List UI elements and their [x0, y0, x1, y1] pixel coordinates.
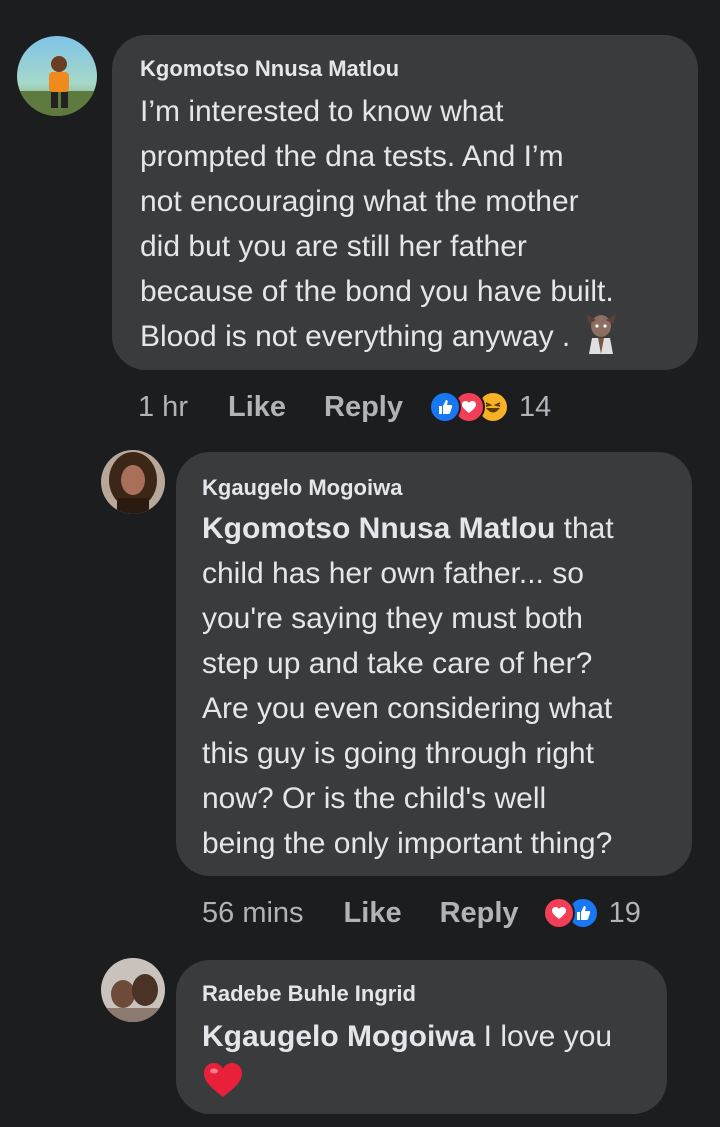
reply-text: Kgaugelo Mogoiwa I love you — [202, 1014, 667, 1059]
reply-author[interactable]: Radebe Buhle Ingrid — [202, 980, 667, 1008]
comment-text-content: I’m interested to know what prompted the… — [140, 95, 614, 353]
avatar-kgomotso[interactable] — [17, 36, 97, 116]
profile-photo-icon — [17, 36, 97, 116]
reply-text-content: that child has her own father... so you'… — [202, 512, 614, 860]
reaction-count: 19 — [608, 896, 641, 929]
comment-author[interactable]: Kgomotso Nnusa Matlou — [140, 55, 698, 83]
reply-text: Kgomotso Nnusa Matlou that child has her… — [202, 506, 692, 866]
reply-button[interactable]: Reply — [440, 897, 519, 930]
reply-timestamp[interactable]: 56 mins — [202, 897, 304, 930]
reply-author[interactable]: Kgaugelo Mogoiwa — [202, 474, 692, 502]
avatar-radebe[interactable] — [101, 958, 165, 1022]
reply-bubble: Radebe Buhle Ingrid Kgaugelo Mogoiwa I l… — [176, 960, 667, 1114]
reaction-summary[interactable]: 14 — [429, 391, 551, 424]
love-icon — [542, 897, 575, 929]
profile-photo-icon — [101, 450, 165, 514]
avatar-kgaugelo[interactable] — [101, 450, 165, 514]
mention-link[interactable]: Kgomotso Nnusa Matlou — [202, 512, 555, 545]
reaction-summary[interactable]: 19 — [542, 896, 641, 930]
red-heart-emoji — [202, 1061, 667, 1104]
reply-button[interactable]: Reply — [324, 391, 403, 424]
reaction-count: 14 — [519, 390, 552, 423]
comment-text: I’m interested to know what prompted the… — [140, 89, 698, 367]
like-button[interactable]: Like — [344, 897, 402, 930]
reply-bubble: Kgaugelo Mogoiwa Kgomotso Nnusa Matlou t… — [176, 452, 692, 876]
like-icon — [429, 391, 461, 423]
comment-bubble: Kgomotso Nnusa Matlou I’m interested to … — [112, 35, 698, 370]
zombie-woman-emoji — [584, 314, 618, 367]
comment-timestamp[interactable]: 1 hr — [138, 391, 188, 424]
comments-thread: Kgomotso Nnusa Matlou I’m interested to … — [0, 0, 720, 1127]
reply-actions: 56 mins Like Reply 19 — [202, 894, 641, 932]
like-button[interactable]: Like — [228, 391, 286, 424]
mention-link[interactable]: Kgaugelo Mogoiwa — [202, 1020, 475, 1053]
profile-photo-icon — [101, 958, 165, 1022]
comment-actions: 1 hr Like Reply 14 — [138, 388, 551, 426]
reply-text-content: I love you — [475, 1020, 613, 1053]
